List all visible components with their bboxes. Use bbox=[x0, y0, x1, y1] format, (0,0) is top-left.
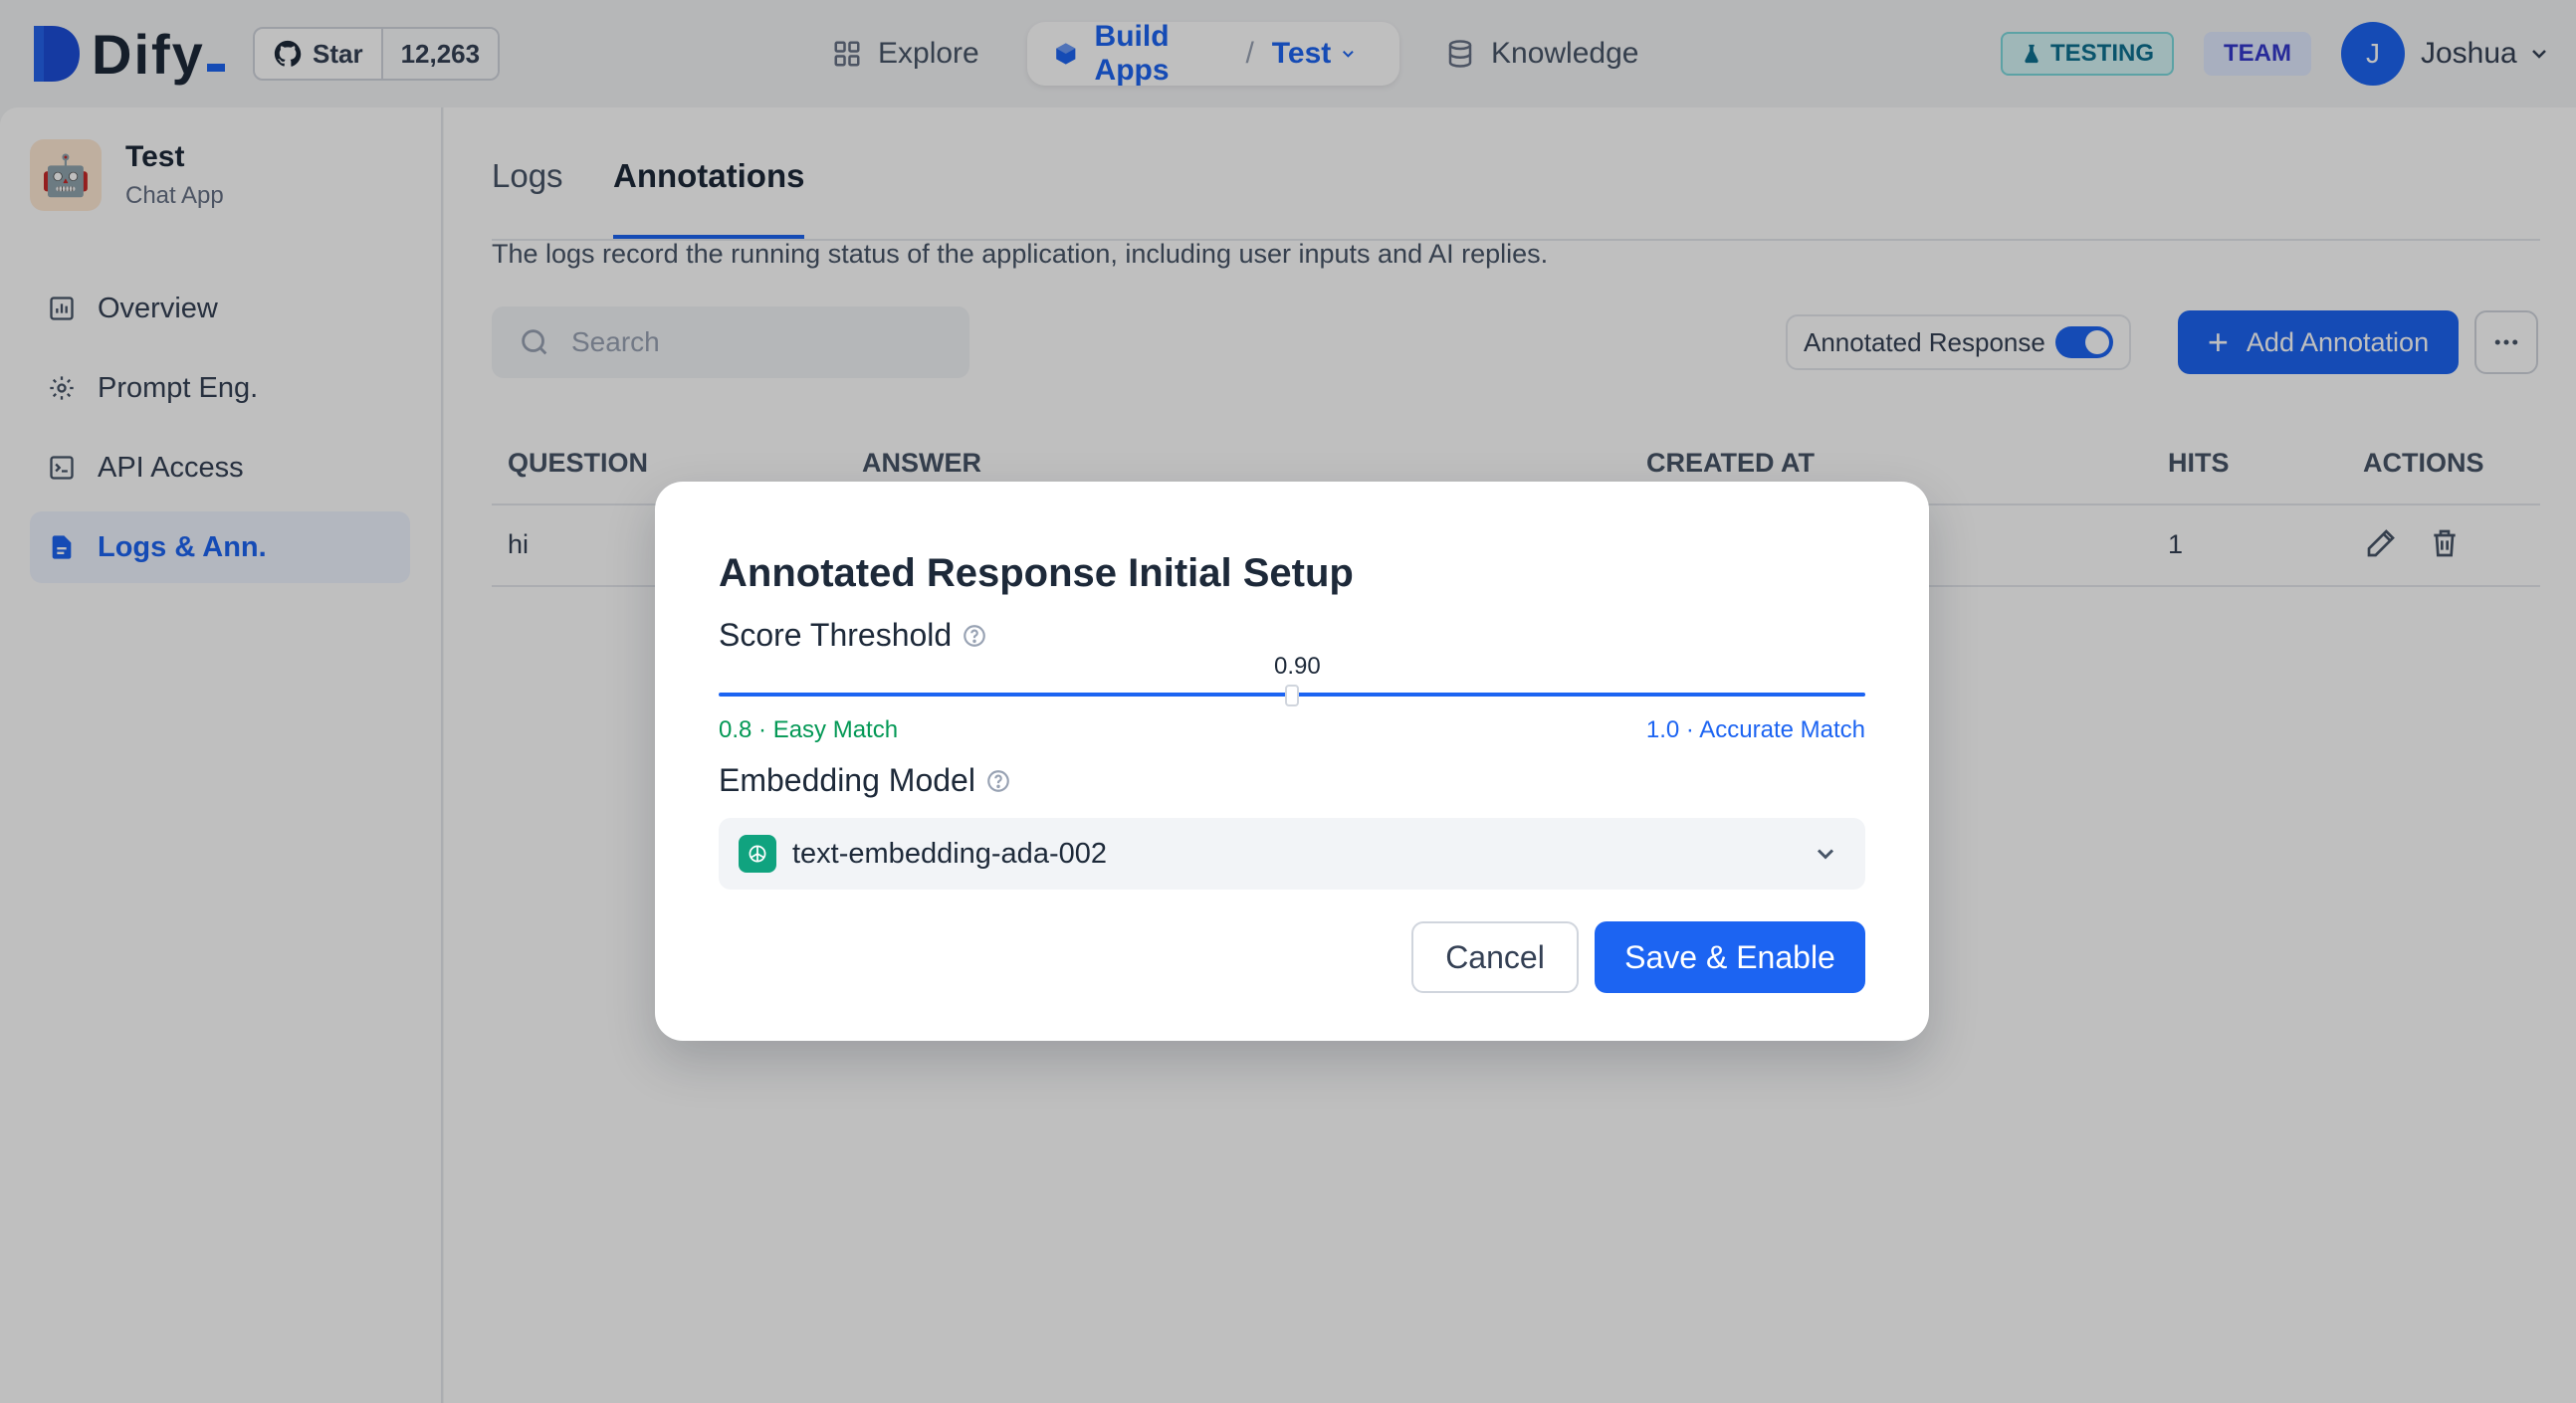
save-enable-button[interactable]: Save & Enable bbox=[1595, 921, 1865, 993]
help-circle-icon[interactable] bbox=[962, 623, 987, 649]
chevron-down-icon[interactable] bbox=[1812, 840, 1839, 868]
embedding-model-value: text-embedding-ada-002 bbox=[792, 837, 1107, 870]
slider-max-label: 1.0 · Accurate Match bbox=[1645, 716, 1865, 743]
slider-value: 0.90 bbox=[1274, 653, 1321, 680]
embedding-model-select[interactable]: text-embedding-ada-002 bbox=[719, 818, 1865, 890]
help-circle-icon[interactable] bbox=[985, 768, 1011, 794]
annotation-setup-dialog: Annotated Response Initial Setup Score T… bbox=[655, 482, 1929, 1041]
score-threshold-text: Score Threshold bbox=[719, 617, 953, 653]
dialog-title: Annotated Response Initial Setup bbox=[719, 551, 1354, 595]
embedding-model-label: Embedding Model bbox=[719, 762, 1011, 799]
cancel-button[interactable]: Cancel bbox=[1411, 921, 1579, 993]
slider-min-label: 0.8 · Easy Match bbox=[719, 716, 899, 743]
openai-icon bbox=[739, 835, 776, 873]
score-threshold-label: Score Threshold bbox=[719, 617, 987, 654]
embedding-model-text: Embedding Model bbox=[719, 762, 975, 798]
slider-handle[interactable] bbox=[1285, 685, 1299, 706]
